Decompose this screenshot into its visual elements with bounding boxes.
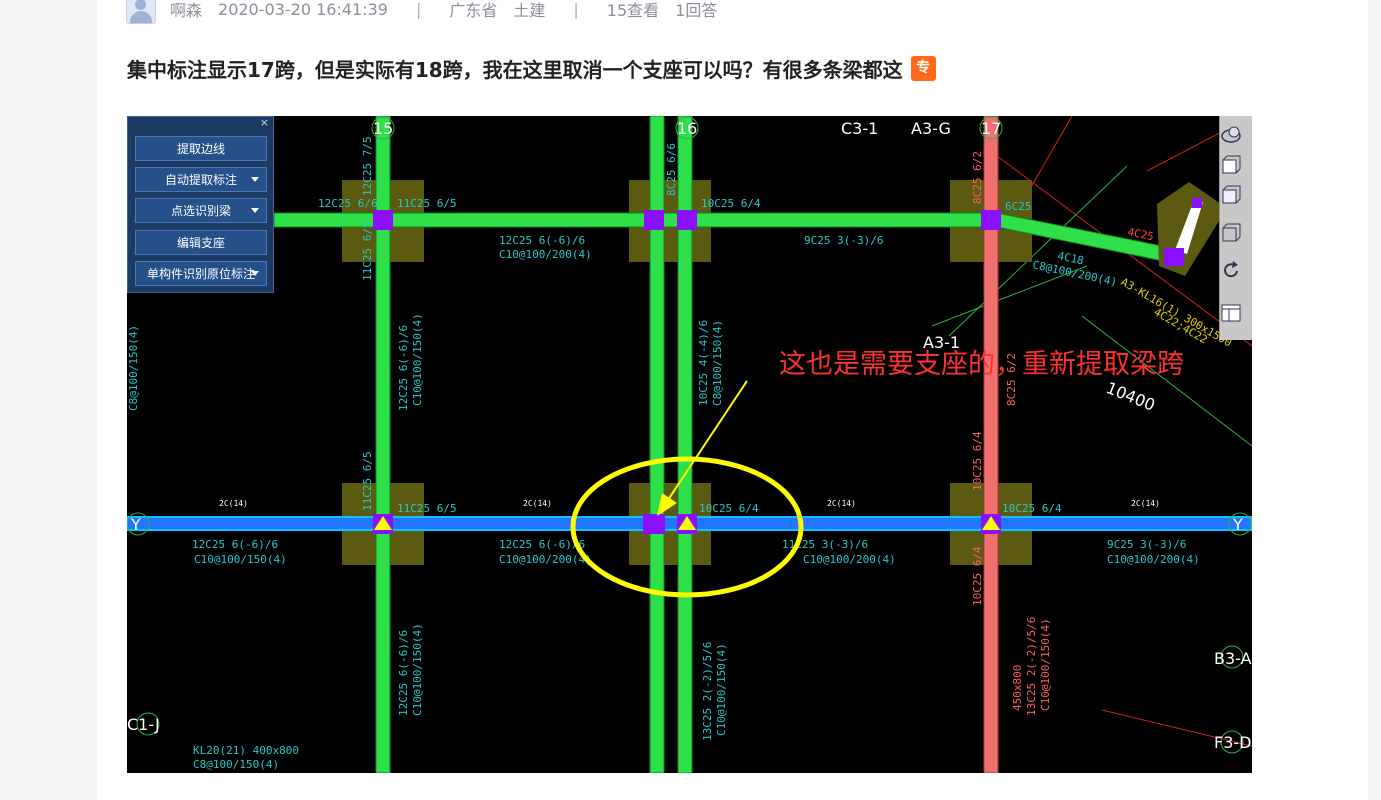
- chevron-down-icon[interactable]: [251, 271, 259, 276]
- support-node: [643, 514, 665, 534]
- axis-label-y-right: Y: [1232, 515, 1243, 534]
- orbit-icon[interactable]: [1220, 124, 1242, 146]
- beam-label: C10@100/150(4): [1039, 618, 1052, 711]
- beam-label: C10@100/200(4): [499, 553, 592, 566]
- beam-label: C10@100/150(4): [411, 623, 424, 716]
- refresh-icon[interactable]: [1220, 260, 1242, 282]
- beam-label: 13C25 2(-2)/5/6: [701, 642, 714, 741]
- beam-label: 11C25 6/5: [361, 221, 374, 281]
- recognition-toolbar: × 提取边线 自动提取标注 点选识别梁 编辑支座 单构件识别原位标注: [127, 116, 274, 293]
- beam-label: 8C25 6/2: [971, 151, 984, 204]
- beam-label: 11C25 6/5: [397, 502, 457, 515]
- support-node: [373, 210, 393, 230]
- support-node: [644, 210, 664, 230]
- button-label: 编辑支座: [176, 236, 225, 250]
- author-name[interactable]: 啊森: [170, 0, 202, 21]
- beam-label: C10@100/150(4): [715, 643, 728, 736]
- beam-label: A3-KL16(1) 300x1500: [1119, 275, 1234, 349]
- layout-icon[interactable]: [1220, 302, 1242, 324]
- axis-label-c1-j: C1-J: [127, 715, 160, 734]
- axis-label-15: 15: [373, 119, 393, 138]
- beam-label: 10C25 6/4: [971, 431, 984, 491]
- beam-label: 9C25 3(-3)/6: [1107, 538, 1186, 551]
- edit-support-button[interactable]: 编辑支座: [135, 230, 267, 255]
- post-category: 土建: [513, 1, 546, 20]
- cad-screenshot: 15 16 17 C3-1 A3-G A3-1 C1-J B3-A F3-D Y…: [127, 116, 1252, 773]
- pick-identify-beam-button[interactable]: 点选识别梁: [135, 198, 267, 223]
- button-label: 自动提取标注: [164, 173, 237, 187]
- beam-label: 6C25: [1005, 200, 1032, 213]
- beam-label: 12C25 7/5: [361, 136, 374, 196]
- axis-label-b3-a: B3-A: [1214, 649, 1252, 668]
- answer-count: 1回答: [675, 1, 718, 20]
- close-icon[interactable]: ×: [260, 116, 269, 129]
- chevron-down-icon[interactable]: [251, 177, 259, 182]
- question-title-text: 集中标注显示17跨，但是实际有18跨，我在这里取消一个支座可以吗？有很多条梁都这: [127, 58, 903, 82]
- support-node: [981, 210, 1001, 230]
- beam-label: 8C25 6/6: [665, 143, 678, 196]
- box-view-icon[interactable]: [1220, 222, 1242, 244]
- button-label: 提取边线: [176, 142, 225, 156]
- beam-label: 2C(14): [827, 499, 856, 508]
- dimension-10400: 10400: [1104, 378, 1158, 415]
- single-member-label-button[interactable]: 单构件识别原位标注: [135, 261, 267, 286]
- beam-label: 11C25 6/5: [361, 451, 374, 511]
- post-region: 广东省: [449, 1, 498, 20]
- beam-label: 450x800: [1011, 665, 1024, 711]
- post-meta: 啊森 2020-03-20 16:41:39 | 广东省 土建 | 15查看 1…: [126, 0, 718, 24]
- extract-edges-button[interactable]: 提取边线: [135, 136, 267, 161]
- axis-label-f3-d: F3-D: [1214, 733, 1251, 752]
- beam-label: 10C25 4(-4)/6: [697, 320, 710, 406]
- beam-label: 12C25 6(-6)/6: [397, 630, 410, 716]
- support-node: [677, 210, 697, 230]
- avatar[interactable]: [126, 0, 156, 24]
- auto-extract-labels-button[interactable]: 自动提取标注: [135, 167, 267, 192]
- beam-label: 12C25 6(-6)/6: [499, 234, 585, 247]
- beam-label: C10@100/200(4): [1107, 553, 1200, 566]
- beam-label: 10C25 6/4: [699, 502, 759, 515]
- beam-label: 12C25 6/6: [318, 197, 378, 210]
- view-toolbar: [1219, 116, 1252, 340]
- beam-label: 10C25 6/4: [701, 197, 761, 210]
- axis-label-16: 16: [677, 119, 697, 138]
- beam-label: C8@100/150(4): [711, 320, 724, 406]
- beam-label: 2C(14): [219, 499, 248, 508]
- expert-badge: 专: [910, 56, 936, 81]
- beam-label: KL20(21) 400x800: [193, 744, 299, 757]
- beam-label: C10@100/200(4): [803, 553, 896, 566]
- beam-label: 2C(14): [1131, 499, 1160, 508]
- cad-drawing: 15 16 17 C3-1 A3-G A3-1 C1-J B3-A F3-D Y…: [127, 116, 1252, 773]
- beam-label: C8@100/150(4): [193, 758, 279, 771]
- beam-label: 12C25 6(-6)/6: [192, 538, 278, 551]
- beam-label: 11C25 6/5: [397, 197, 457, 210]
- 3d-view-icon[interactable]: [1220, 154, 1242, 176]
- beam-label: 12C25 6(-6)/6: [499, 538, 585, 551]
- beam-label: C8@100/150(4): [127, 325, 140, 411]
- button-label: 单构件识别原位标注: [146, 267, 255, 281]
- support-node: [1164, 248, 1184, 266]
- beam-label: C10@100/150(4): [411, 313, 424, 406]
- beam-label: 12C25 6(-6)/6: [397, 325, 410, 411]
- cube-view-icon[interactable]: [1220, 184, 1242, 206]
- beam-label: C10@100/150(4): [194, 553, 287, 566]
- view-count: 15查看: [606, 1, 660, 20]
- axis-label-17: 17: [981, 119, 1001, 138]
- button-label: 点选识别梁: [170, 204, 231, 218]
- axis-label-y-left: Y: [130, 515, 141, 534]
- beam-label: 9C25 3(-3)/6: [804, 234, 883, 247]
- beam-label: 10C25 6/4: [971, 546, 984, 606]
- beam-label: C10@100/200(4): [499, 248, 592, 261]
- axis-label-c3-1: C3-1: [841, 119, 878, 138]
- beam-label: 13C25 2(-2)/5/6: [1025, 617, 1038, 716]
- beam-label: 10C25 6/4: [1002, 502, 1062, 515]
- post-datetime: 2020-03-20 16:41:39: [218, 0, 388, 19]
- annotation-text: 这也是需要支座的，重新提取梁跨: [779, 349, 1184, 380]
- question-title: 集中标注显示17跨，但是实际有18跨，我在这里取消一个支座可以吗？有很多条梁都这…: [127, 54, 936, 83]
- axis-label-a3-g: A3-G: [911, 119, 951, 138]
- chevron-down-icon[interactable]: [251, 208, 259, 213]
- beam-label: 2C(14): [523, 499, 552, 508]
